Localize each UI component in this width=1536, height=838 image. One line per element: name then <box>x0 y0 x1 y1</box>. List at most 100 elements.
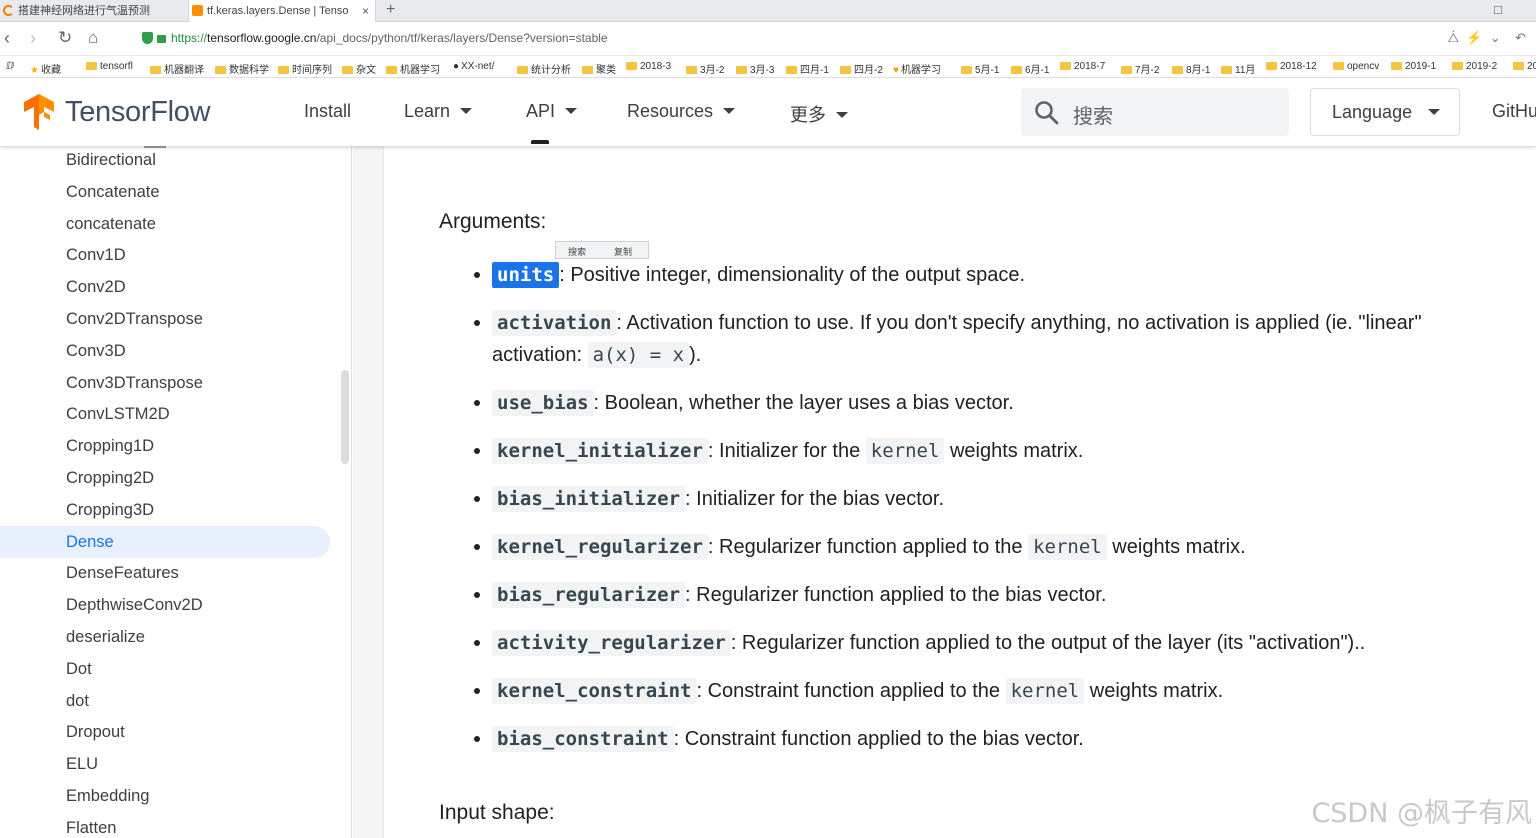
bookmark-item[interactable]: 杂文 <box>342 61 376 76</box>
url-field[interactable]: https://tensorflow.google.cn/api_docs/py… <box>142 31 608 45</box>
sidebar-item-flatten[interactable]: Flatten <box>0 812 330 838</box>
sidebar-item-concatenate[interactable]: Concatenate <box>0 176 330 208</box>
bookmark-label: 3月-2 <box>700 65 725 76</box>
sidebar-item-dot[interactable]: dot <box>0 685 330 717</box>
sidebar-item-conv2dtranspose[interactable]: Conv2DTranspose <box>0 303 330 335</box>
undo-icon[interactable]: ↶ <box>1515 30 1526 45</box>
sidebar-item-conv3d[interactable]: Conv3D <box>0 335 330 367</box>
bookmark-label: 2019-1 <box>1405 61 1437 72</box>
sidebar-item-elu[interactable]: ELU <box>0 748 330 780</box>
browser-tab-weather[interactable]: 搭建神经网络进行气温预测 <box>0 0 186 22</box>
search-input[interactable]: 搜索 <box>1021 88 1289 136</box>
tensorflow-logo-icon[interactable] <box>22 94 56 130</box>
nav-resources[interactable]: Resources <box>627 101 736 122</box>
sidebar-toggle-icon[interactable]: ⅅ <box>6 61 14 72</box>
bookmark-item[interactable]: 7月-2 <box>1121 61 1159 76</box>
bookmark-label: 统计分析 <box>531 65 571 76</box>
argument-name: kernel_initializer <box>492 438 708 464</box>
forward-icon[interactable]: › <box>30 28 36 48</box>
bookmark-item[interactable]: 机器翻译 <box>150 61 204 76</box>
sidebar-item-dot[interactable]: Dot <box>0 653 330 685</box>
home-icon[interactable]: ⌂ <box>88 28 98 48</box>
shirt-skin-icon[interactable]: □ <box>1494 2 1502 17</box>
folder-icon <box>150 66 161 74</box>
sidebar-item-embedding[interactable]: Embedding <box>0 780 330 812</box>
bullet <box>474 272 480 278</box>
sidebar-scrollbar[interactable] <box>341 370 349 464</box>
bookmark-item[interactable]: 20 <box>1513 61 1536 72</box>
heart-icon: ♥ <box>893 65 899 76</box>
sidebar-item-cropping2d[interactable]: Cropping2D <box>0 462 330 494</box>
bookmark-item[interactable]: 11月 <box>1221 61 1255 76</box>
argument-units: units: Positive integer, dimensionality … <box>492 259 1025 291</box>
sidebar-item-dropout[interactable]: Dropout <box>0 716 330 748</box>
nav-install[interactable]: Install <box>304 101 351 122</box>
bookmark-item[interactable]: 聚类 <box>582 61 616 76</box>
sidebar-item-cropping3d[interactable]: Cropping3D <box>0 494 330 526</box>
bookmark-item[interactable]: 数据科学 <box>215 61 269 76</box>
argument-description: ). <box>689 344 702 366</box>
folder-icon <box>686 66 697 74</box>
sidebar-item-densefeatures[interactable]: DenseFeatures <box>0 557 330 589</box>
browser-tab-dense[interactable]: tf.keras.layers.Dense | Tenso × <box>188 0 376 22</box>
argument-name: kernel_constraint <box>492 678 697 704</box>
sidebar-item-conv2d[interactable]: Conv2D <box>0 271 330 303</box>
sidebar-item-deserialize[interactable]: deserialize <box>0 621 330 653</box>
brand-name[interactable]: TensorFlow <box>65 96 211 129</box>
bookmark-item[interactable]: ● XX-net/ <box>453 61 494 72</box>
bookmark-item[interactable]: 3月-3 <box>736 61 774 76</box>
nav-more[interactable]: 更多 <box>790 101 848 127</box>
bookmark-item[interactable]: 6月-1 <box>1011 61 1049 76</box>
close-tab-icon[interactable]: × <box>362 0 369 22</box>
sidebar-item-cropping1d[interactable]: Cropping1D <box>0 430 330 462</box>
bookmark-item[interactable]: 5月-1 <box>961 61 999 76</box>
bookmark-item[interactable]: 四月-1 <box>786 61 829 76</box>
github-link[interactable]: GitHu <box>1492 101 1536 122</box>
sidebar-item-convlstm2d[interactable]: ConvLSTM2D <box>0 398 330 430</box>
sidebar-item-conv3dtranspose[interactable]: Conv3DTranspose <box>0 367 330 399</box>
bookmark-item[interactable]: 2018-12 <box>1266 61 1317 72</box>
bullet <box>474 448 480 454</box>
reload-icon[interactable]: ↻ <box>58 28 72 48</box>
bullet <box>474 688 480 694</box>
bookmark-item[interactable]: ♥ 机器学习 <box>893 61 941 76</box>
address-bar-actions: ⧊ ⚡ ⌄ ↶ <box>1447 30 1526 46</box>
argument-name: bias_constraint <box>492 726 674 752</box>
folder-icon <box>1221 66 1232 74</box>
bookmark-item[interactable]: opencv <box>1333 61 1379 72</box>
bookmark-item[interactable]: 机器学习 <box>386 61 440 76</box>
bookmark-item[interactable]: 统计分析 <box>517 61 571 76</box>
toolbar-copy-button[interactable]: 复制 <box>614 245 632 258</box>
bookmark-item[interactable]: 2018-7 <box>1060 61 1105 72</box>
bookmark-item[interactable]: 2018-3 <box>626 61 671 72</box>
nav-learn[interactable]: Learn <box>404 101 473 122</box>
nav-api[interactable]: API <box>526 101 578 122</box>
bookmark-item[interactable]: ★ 收藏 <box>30 61 61 76</box>
chevron-down-icon[interactable]: ⌄ <box>1490 30 1501 45</box>
language-selector[interactable]: Language <box>1310 88 1460 136</box>
bookmark-label: 2018-3 <box>640 61 672 72</box>
toolbar-search-button[interactable]: 搜索 <box>568 245 586 258</box>
bullet <box>474 736 480 742</box>
bookmark-item[interactable]: 2019-2 <box>1452 61 1497 72</box>
sidebar-item-conv1d[interactable]: Conv1D <box>0 239 330 271</box>
bookmark-label: 6月-1 <box>1025 65 1050 76</box>
sidebar-item-bidirectional[interactable]: Bidirectional <box>0 146 330 176</box>
language-label: Language <box>1332 102 1413 122</box>
lightning-icon[interactable]: ⚡ <box>1466 30 1482 45</box>
bookmark-item[interactable]: 8月-1 <box>1172 61 1210 76</box>
back-icon[interactable]: ‹ <box>4 28 10 48</box>
bookmark-item[interactable]: 3月-2 <box>686 61 724 76</box>
bookmark-label: 四月-1 <box>800 65 829 76</box>
sidebar-item-concatenate[interactable]: concatenate <box>0 208 330 240</box>
folder-icon <box>736 66 747 74</box>
bookmark-item[interactable]: 2019-1 <box>1391 61 1436 72</box>
folder-icon <box>961 66 972 74</box>
bookmark-item[interactable]: tensorfl <box>86 61 133 72</box>
share-icon[interactable]: ⧊ <box>1447 30 1459 45</box>
bookmark-item[interactable]: 时间序列 <box>278 61 332 76</box>
bookmark-item[interactable]: 四月-2 <box>840 61 883 76</box>
sidebar-item-dense[interactable]: Dense <box>0 525 330 558</box>
sidebar-item-depthwiseconv2d[interactable]: DepthwiseConv2D <box>0 589 330 621</box>
new-tab-button[interactable]: + <box>386 0 395 20</box>
